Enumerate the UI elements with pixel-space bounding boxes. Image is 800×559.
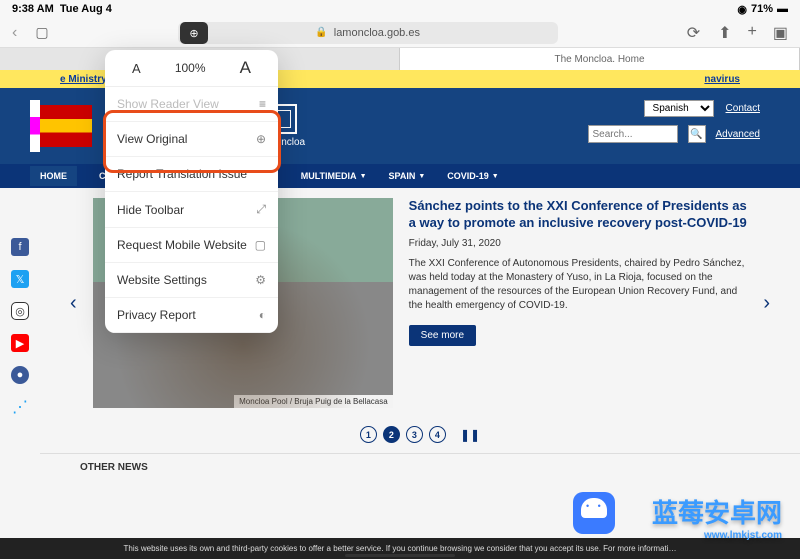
status-date: Tue Aug 4 xyxy=(60,3,112,15)
lock-icon: 🔒 xyxy=(315,27,327,38)
chevron-down-icon: ▼ xyxy=(360,173,367,180)
wifi-icon: ◉ xyxy=(737,3,747,16)
address-bar[interactable]: 🔒 lamoncloa.gob.es xyxy=(178,22,558,44)
page-2[interactable]: 2 xyxy=(383,426,400,443)
zoom-level[interactable]: 100% xyxy=(175,61,206,75)
new-tab-icon[interactable]: + xyxy=(748,23,757,43)
nav-home[interactable]: HOME xyxy=(30,166,77,186)
tab-moncloa[interactable]: The Moncloa. Home xyxy=(400,48,800,70)
expand-icon: ⤢ xyxy=(256,202,266,217)
home-indicator[interactable] xyxy=(345,554,455,557)
page-4[interactable]: 4 xyxy=(429,426,446,443)
tabs-icon[interactable]: ▣ xyxy=(773,23,788,43)
search-input[interactable] xyxy=(588,125,678,143)
url-text: lamoncloa.gob.es xyxy=(334,27,420,39)
article-headline[interactable]: Sánchez points to the XXI Conference of … xyxy=(409,198,748,232)
youtube-icon[interactable]: ▶ xyxy=(11,334,29,352)
gear-icon: ⚙ xyxy=(255,273,266,287)
watermark-icon xyxy=(573,492,615,534)
report-translation[interactable]: Report Translation Issue xyxy=(105,157,278,192)
chevron-down-icon: ▼ xyxy=(418,173,425,180)
notice-link-right[interactable]: navirus xyxy=(704,74,740,85)
back-button[interactable]: ‹ xyxy=(12,24,17,42)
language-select[interactable]: Spanish xyxy=(644,100,714,117)
see-more-button[interactable]: See more xyxy=(409,325,476,346)
translate-icon[interactable]: ⊕ xyxy=(180,22,208,44)
facebook-icon[interactable]: f xyxy=(11,238,29,256)
watermark-text: 蓝莓安卓网www.lmkjst.com xyxy=(652,493,782,541)
request-mobile[interactable]: Request Mobile Website ▢ xyxy=(105,228,278,263)
instagram-icon[interactable]: ◎ xyxy=(11,302,29,320)
label: Hide Toolbar xyxy=(117,203,184,217)
label: Privacy Report xyxy=(117,308,196,322)
nav-multimedia[interactable]: MULTIMEDIA ▼ xyxy=(301,171,367,181)
article-date: Friday, July 31, 2020 xyxy=(409,238,748,249)
tab-label: The Moncloa. Home xyxy=(554,54,644,65)
carousel-pause[interactable]: ❚❚ xyxy=(460,428,480,442)
label: Show Reader View xyxy=(117,97,219,111)
share-icon[interactable]: ⬆ xyxy=(718,23,731,43)
show-reader-view: Show Reader View ≡ xyxy=(105,87,278,122)
nav-covid[interactable]: COVID-19 ▼ xyxy=(447,171,498,181)
chevron-down-icon: ▼ xyxy=(492,173,499,180)
label: View Original xyxy=(117,132,187,146)
battery-level: 71% xyxy=(751,3,773,15)
label: MULTIMEDIA xyxy=(301,171,357,181)
other-social-icon[interactable]: ● xyxy=(11,366,29,384)
device-icon: ▢ xyxy=(255,238,266,252)
notice-link-left[interactable]: e Ministry xyxy=(60,74,107,85)
contact-link[interactable]: Contact xyxy=(726,103,760,114)
text-smaller[interactable]: A xyxy=(132,61,141,76)
view-original[interactable]: View Original ⊕ xyxy=(105,122,278,157)
shield-icon: ◐ xyxy=(259,308,266,322)
advanced-search-link[interactable]: Advanced xyxy=(716,129,760,140)
battery-icon: ▬ xyxy=(777,3,788,15)
privacy-report[interactable]: Privacy Report ◐ xyxy=(105,298,278,333)
text-larger[interactable]: A xyxy=(240,58,251,78)
article-body: The XXI Conference of Autonomous Preside… xyxy=(409,257,748,313)
search-button[interactable]: 🔍 xyxy=(688,125,706,143)
label: Request Mobile Website xyxy=(117,238,247,252)
status-time: 9:38 AM xyxy=(12,3,54,15)
website-settings[interactable]: Website Settings ⚙ xyxy=(105,263,278,298)
page-1[interactable]: 1 xyxy=(360,426,377,443)
reload-button[interactable]: ⟳ xyxy=(687,23,700,43)
label: Report Translation Issue xyxy=(117,167,247,181)
spain-flag xyxy=(40,105,92,147)
reader-icon: ≡ xyxy=(259,97,266,111)
label: Website Settings xyxy=(117,273,207,287)
bookmarks-icon[interactable]: ▢ xyxy=(35,24,48,41)
page-settings-popup: A 100% A Show Reader View ≡ View Original… xyxy=(105,50,278,333)
other-news-heading: OTHER NEWS xyxy=(40,453,800,481)
twitter-icon[interactable]: 𝕏 xyxy=(11,270,29,288)
rss-icon[interactable]: ⋰ xyxy=(11,398,29,416)
label: SPAIN xyxy=(389,171,416,181)
photo-caption: Moncloa Pool / Bruja Puig de la Bellacas… xyxy=(234,395,393,408)
nav-spain[interactable]: SPAIN ▼ xyxy=(389,171,426,181)
label: COVID-19 xyxy=(447,171,489,181)
translate-back-icon: ⊕ xyxy=(256,132,266,146)
carousel-next[interactable]: › xyxy=(763,292,770,315)
page-3[interactable]: 3 xyxy=(406,426,423,443)
carousel-prev[interactable]: ‹ xyxy=(70,292,77,315)
hide-toolbar[interactable]: Hide Toolbar ⤢ xyxy=(105,192,278,228)
